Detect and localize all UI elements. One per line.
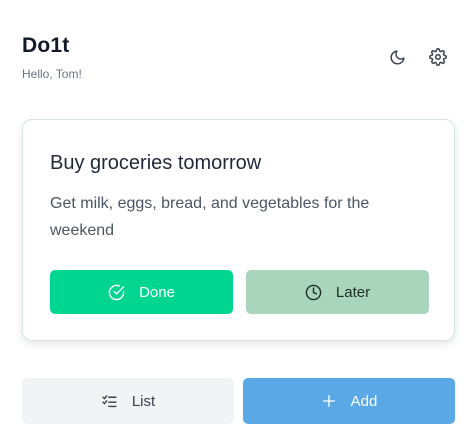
task-card: Buy groceries tomorrow Get milk, eggs, b… <box>22 119 455 341</box>
gear-icon <box>429 48 447 66</box>
add-button-label: Add <box>350 392 378 410</box>
check-circle-icon <box>108 284 125 301</box>
app-title: Do1t <box>22 34 70 57</box>
plus-icon <box>321 393 337 409</box>
add-button[interactable]: Add <box>243 378 455 424</box>
list-button-label: List <box>131 392 156 410</box>
dark-mode-button[interactable] <box>386 46 408 68</box>
greeting-text: Hello, Tom! <box>22 67 82 81</box>
done-button-label: Done <box>139 283 175 301</box>
clock-icon <box>305 284 322 301</box>
done-button[interactable]: Done <box>50 270 233 314</box>
moon-icon <box>389 49 406 66</box>
app-screen: Do1t Hello, Tom! Buy groceries tomorrow … <box>0 0 468 443</box>
list-button[interactable]: List <box>22 378 234 424</box>
task-title: Buy groceries tomorrow <box>50 152 262 174</box>
later-button[interactable]: Later <box>246 270 429 314</box>
settings-button[interactable] <box>427 46 449 68</box>
later-button-label: Later <box>335 283 371 301</box>
checklist-icon <box>101 393 118 410</box>
task-description: Get milk, eggs, bread, and vegetables fo… <box>50 195 370 239</box>
